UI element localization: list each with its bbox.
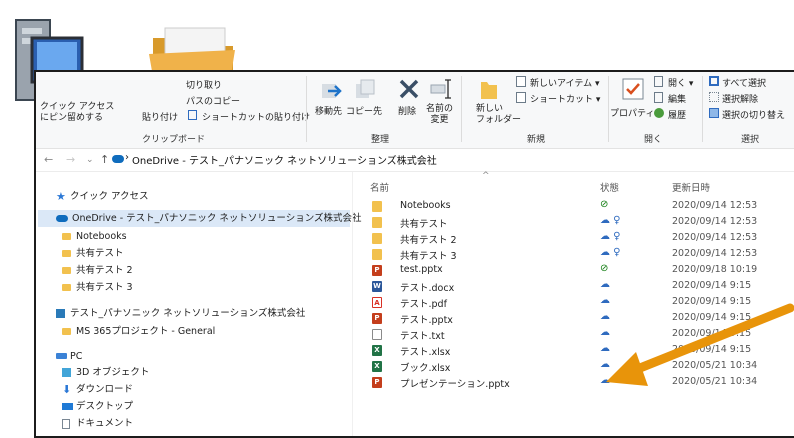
file-date: 2020/09/14 12:53 <box>672 216 758 227</box>
file-name: 共有テスト <box>400 219 448 230</box>
powerpoint-file-icon: P <box>372 313 382 324</box>
file-date: 2020/09/14 12:53 <box>672 248 758 259</box>
file-row[interactable]: 共有テスト 3 ☁ ♀ 2020/09/14 12:53 <box>36 247 794 262</box>
file-date: 2020/09/18 10:19 <box>672 264 758 275</box>
status-cloud-shared-icon: ☁ ♀ <box>600 231 621 242</box>
excel-file-icon: X <box>372 345 382 356</box>
file-name: テスト.docx <box>400 283 455 294</box>
file-name: テスト.xlsx <box>400 347 451 358</box>
powerpoint-file-icon: P <box>372 377 382 388</box>
file-row[interactable]: W テスト.docx ☁ 2020/09/14 9:15 <box>36 279 794 294</box>
file-row[interactable]: 共有テスト 2 ☁ ♀ 2020/09/14 12:53 <box>36 231 794 246</box>
status-cloud-icon: ☁ <box>600 279 610 290</box>
excel-file-icon: X <box>372 361 382 372</box>
file-name: 共有テスト 3 <box>400 251 457 262</box>
file-date: 2020/09/14 12:53 <box>672 200 758 211</box>
status-cloud-shared-icon: ☁ ♀ <box>600 247 621 258</box>
file-row[interactable]: 共有テスト ☁ ♀ 2020/09/14 12:53 <box>36 215 794 230</box>
pdf-file-icon: A <box>372 297 382 308</box>
file-name: Notebooks <box>400 200 451 211</box>
file-name: テスト.pdf <box>400 299 447 310</box>
folder-icon <box>372 249 382 260</box>
status-cloud-shared-icon: ☁ ♀ <box>600 215 621 226</box>
file-date: 2020/09/14 12:53 <box>672 232 758 243</box>
folder-icon <box>372 233 382 244</box>
annotation-arrow-icon <box>600 300 794 400</box>
status-synced-icon: ⊘ <box>600 199 609 210</box>
word-file-icon: W <box>372 281 382 292</box>
file-row[interactable]: Notebooks ⊘ 2020/09/14 12:53 <box>36 199 794 214</box>
folder-icon <box>372 201 382 212</box>
file-row[interactable]: P test.pptx ⊘ 2020/09/18 10:19 <box>36 263 794 278</box>
file-name: test.pptx <box>400 264 443 275</box>
file-name: テスト.pptx <box>400 315 453 326</box>
folder-icon <box>372 217 382 228</box>
file-name: 共有テスト 2 <box>400 235 457 246</box>
file-date: 2020/09/14 9:15 <box>672 280 752 291</box>
file-name: プレゼンテーション.pptx <box>400 379 510 390</box>
file-name: ブック.xlsx <box>400 363 451 374</box>
text-file-icon <box>372 329 382 340</box>
file-name: テスト.txt <box>400 331 445 342</box>
powerpoint-file-icon: P <box>372 265 382 276</box>
status-synced-icon: ⊘ <box>600 263 609 274</box>
